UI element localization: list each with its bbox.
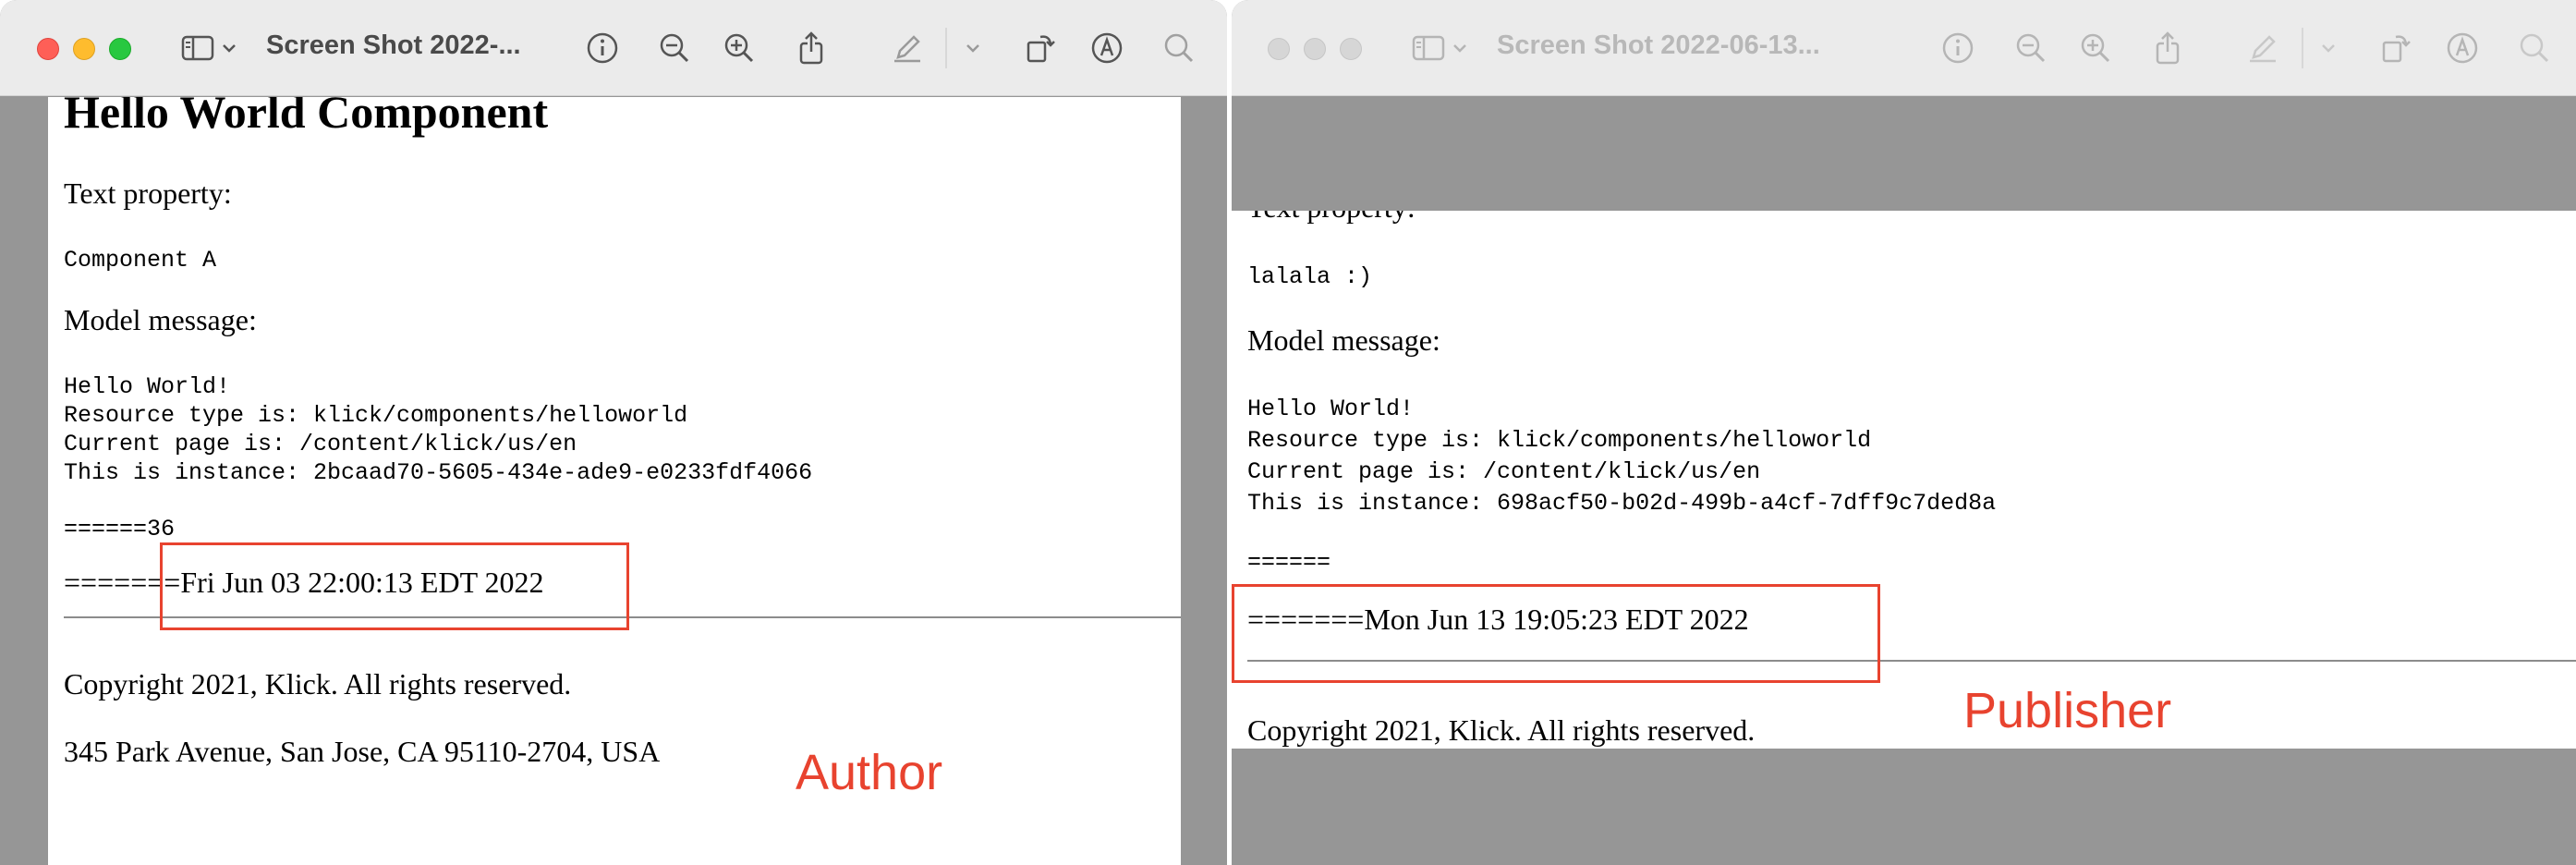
separator-line: ====== — [1247, 549, 1331, 576]
window-title: Screen Shot 2022-... — [266, 30, 521, 60]
info-icon[interactable] — [1939, 30, 1976, 67]
text-property-value: Component A — [64, 247, 217, 274]
close-window-button[interactable] — [1268, 38, 1290, 60]
model-line-greeting: Hello World! — [1247, 396, 1415, 422]
markup-icon[interactable] — [1088, 30, 1125, 67]
publisher-annotation: Publisher — [1963, 683, 2172, 738]
text-property-label: Text property: — [1247, 211, 1416, 225]
minimize-window-button[interactable] — [73, 38, 95, 60]
window-titlebar: Screen Shot 2022-06-13... — [1232, 0, 2576, 96]
model-line-current-page: Current page is: /content/klick/us/en — [64, 431, 577, 457]
sidebar-icon[interactable] — [179, 30, 216, 67]
zoom-out-icon[interactable] — [656, 30, 693, 67]
window-titlebar: Screen Shot 2022-... — [0, 0, 1227, 96]
rendered-page-author: Hello World Component Text property: Com… — [48, 97, 1181, 865]
chevron-down-icon[interactable] — [1451, 30, 1469, 67]
model-line-instance: This is instance: 698acf50-b02d-499b-a4c… — [1247, 490, 1997, 517]
text-property-value: lalala :) — [1247, 263, 1373, 290]
timestamp-highlight-box — [1232, 584, 1880, 683]
window-title: Screen Shot 2022-06-13... — [1497, 30, 1820, 60]
toolbar-separator — [945, 28, 947, 68]
model-line-greeting: Hello World! — [64, 373, 231, 400]
search-icon[interactable] — [2516, 30, 2553, 67]
zoom-in-icon[interactable] — [2077, 30, 2114, 67]
text-property-label: Text property: — [64, 177, 232, 210]
copyright-text: Copyright 2021, Klick. All rights reserv… — [1247, 713, 1756, 747]
minimize-window-button[interactable] — [1304, 38, 1326, 60]
model-line-resource-type: Resource type is: klick/components/hello… — [64, 402, 688, 429]
chevron-down-icon[interactable] — [964, 30, 982, 67]
model-line-resource-type: Resource type is: klick/components/hello… — [1247, 427, 1872, 454]
zoom-window-button[interactable] — [109, 38, 131, 60]
copyright-text: Copyright 2021, Klick. All rights reserv… — [64, 667, 572, 701]
markup-pen-icon[interactable] — [2244, 30, 2281, 67]
rotate-icon[interactable] — [1022, 30, 1059, 67]
chevron-down-icon[interactable] — [2319, 30, 2338, 67]
markup-pen-icon[interactable] — [889, 30, 926, 67]
preview-window-author: Screen Shot 2022-... Hello World Compone… — [0, 0, 1227, 865]
zoom-in-icon[interactable] — [721, 30, 758, 67]
sidebar-icon[interactable] — [1410, 30, 1447, 67]
markup-icon[interactable] — [2444, 30, 2481, 67]
address-text: 345 Park Avenue, San Jose, CA 95110-2704… — [64, 735, 661, 768]
toolbar-separator — [2302, 28, 2303, 68]
model-message-label: Model message: — [64, 303, 257, 336]
model-message-label: Model message: — [1247, 323, 1440, 357]
model-line-instance: This is instance: 2bcaad70-5605-434e-ade… — [64, 459, 813, 486]
chevron-down-icon[interactable] — [220, 30, 238, 67]
info-icon[interactable] — [584, 30, 621, 67]
share-icon[interactable] — [793, 30, 830, 67]
timestamp-highlight-box — [160, 542, 629, 630]
rendered-page-publisher: Text property: lalala :) Model message: … — [1232, 211, 2576, 749]
share-icon[interactable] — [2149, 30, 2186, 67]
author-annotation: Author — [796, 745, 943, 800]
page-heading: Hello World Component — [64, 97, 549, 138]
search-icon[interactable] — [1160, 30, 1197, 67]
separator-line: ======36 — [64, 516, 176, 542]
zoom-window-button[interactable] — [1340, 38, 1362, 60]
zoom-out-icon[interactable] — [2012, 30, 2049, 67]
preview-window-publisher: Screen Shot 2022-06-13... Tex — [1232, 0, 2576, 865]
rotate-icon[interactable] — [2377, 30, 2414, 67]
close-window-button[interactable] — [37, 38, 59, 60]
model-line-current-page: Current page is: /content/klick/us/en — [1247, 458, 1761, 485]
